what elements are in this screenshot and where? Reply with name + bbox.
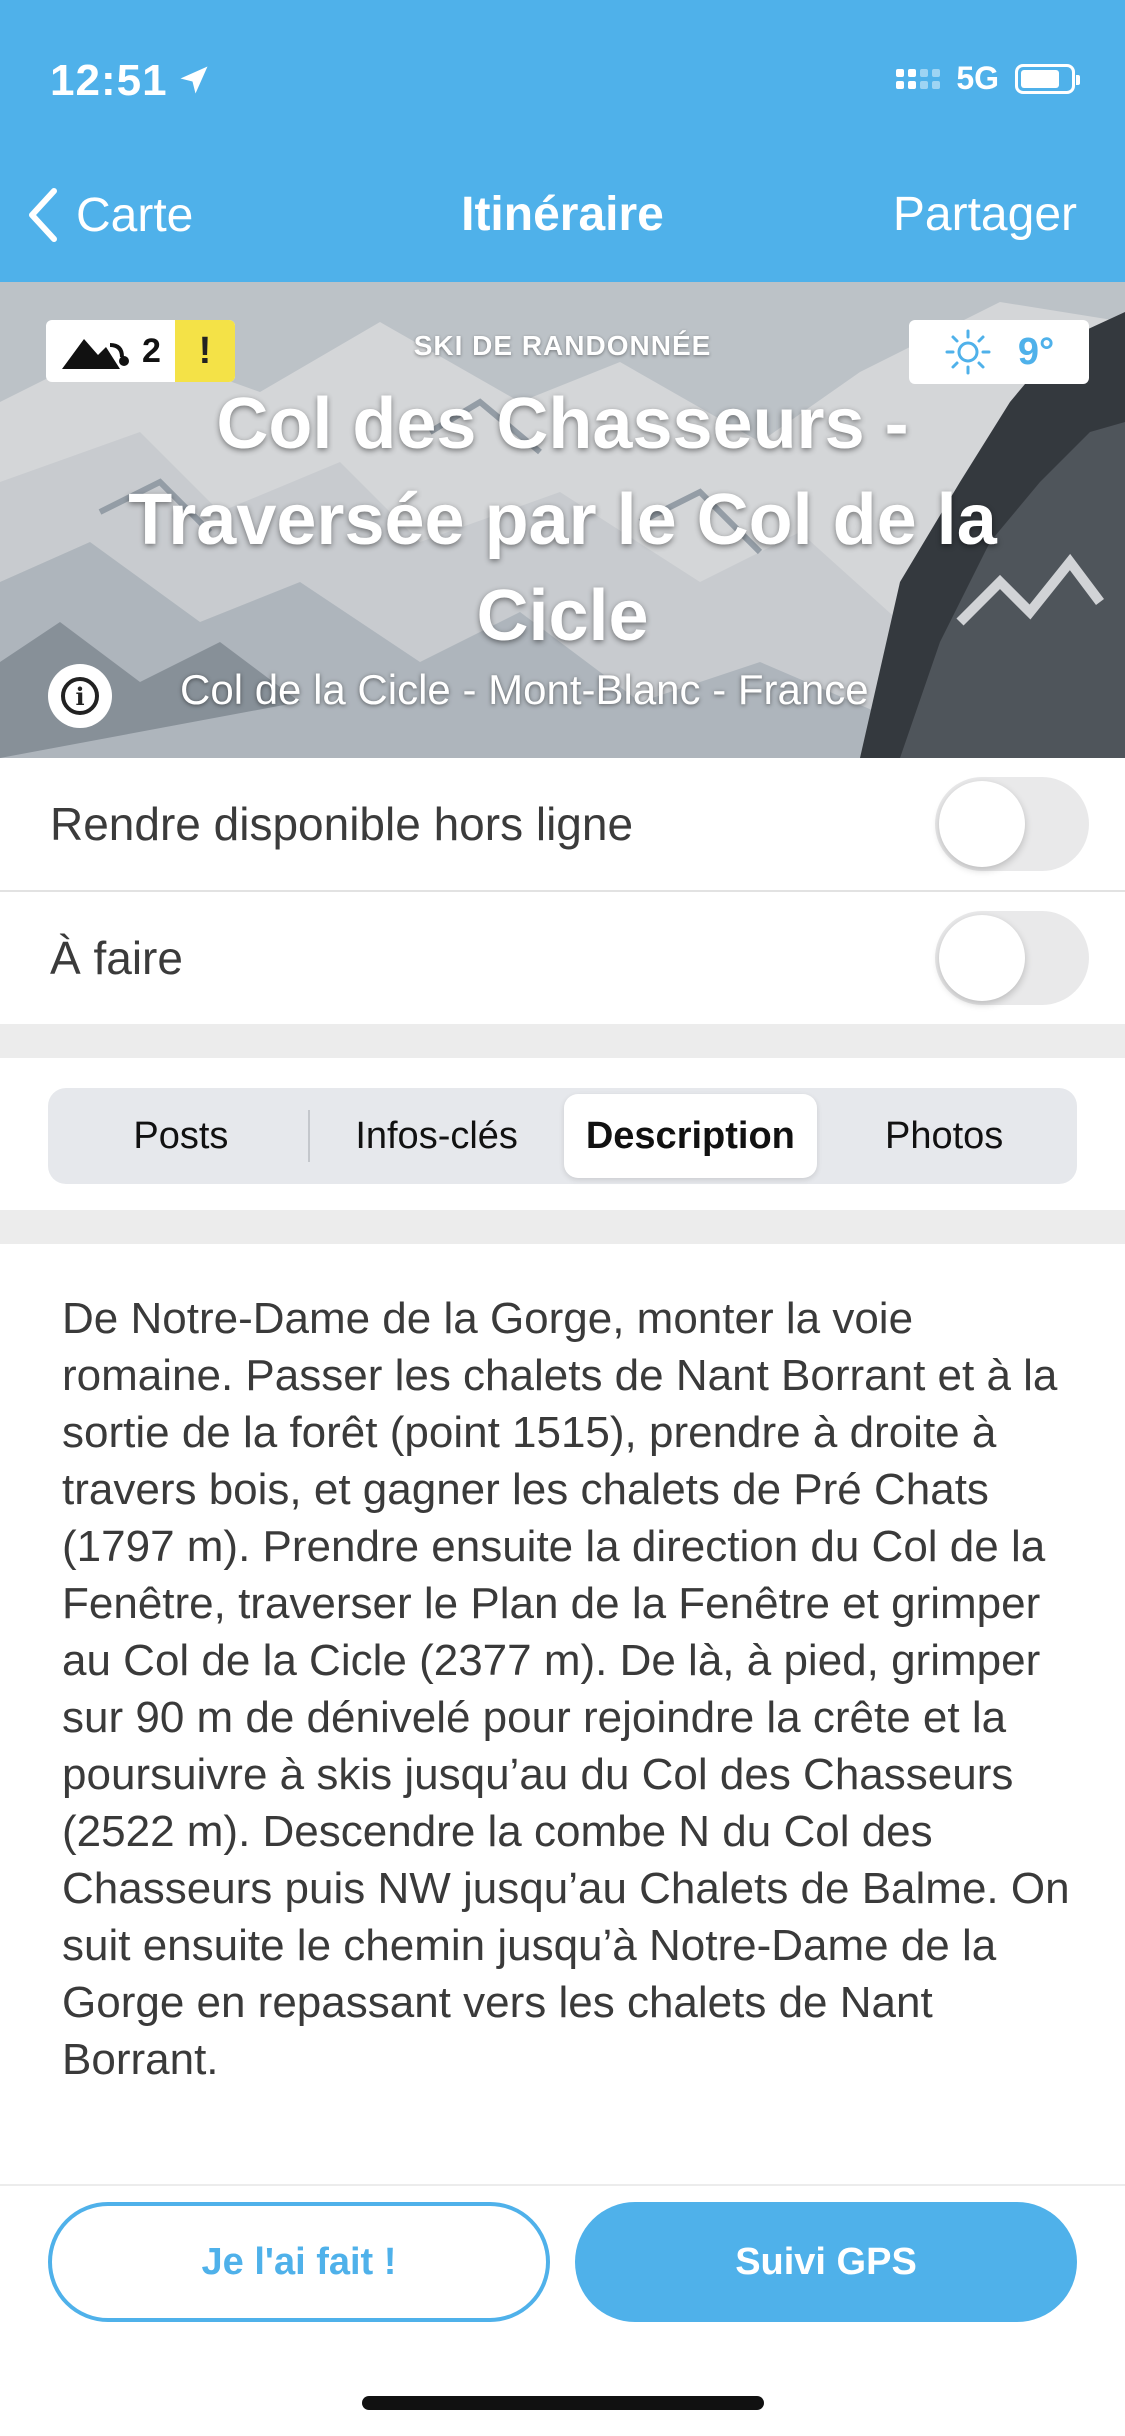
weather-badge[interactable]: 9° [909, 320, 1089, 384]
navigation-bar: Carte Itinéraire Partager [0, 175, 1125, 255]
tabs-section: Posts Infos-clés Description Photos [0, 1058, 1125, 1210]
todo-toggle[interactable] [935, 911, 1089, 1005]
location-arrow-icon [180, 66, 208, 94]
status-time: 12:51 [50, 56, 168, 105]
section-gap [0, 1024, 1125, 1058]
hero-banner: 2 ! SKI DE RANDONNÉE 9° Col des Chasseur… [0, 282, 1125, 758]
info-icon: i [61, 677, 99, 715]
top-bar: 12:51 5G Carte Itinéraire Partager [0, 0, 1125, 282]
tab-posts[interactable]: Posts [54, 1094, 308, 1178]
offline-toggle[interactable] [935, 777, 1089, 871]
sun-icon [945, 329, 991, 375]
share-button[interactable]: Partager [893, 175, 1077, 255]
offline-label: Rendre disponible hors ligne [50, 798, 634, 850]
todo-label: À faire [50, 932, 183, 984]
route-location: Col de la Cicle - Mont-Blanc - France [180, 666, 869, 713]
section-gap [0, 1210, 1125, 1244]
tab-infos-cles[interactable]: Infos-clés [310, 1094, 564, 1178]
tab-description[interactable]: Description [563, 1094, 818, 1178]
status-indicators: 5G [896, 60, 1080, 97]
todo-row: À faire [0, 892, 1125, 1024]
offline-row: Rendre disponible hors ligne [0, 758, 1125, 890]
route-title: Col des Chasseurs - Traversée par le Col… [128, 384, 997, 656]
home-indicator [362, 2396, 764, 2410]
signal-icon [896, 68, 941, 89]
temperature-value: 9° [1017, 330, 1055, 373]
network-label: 5G [956, 60, 999, 96]
route-description: De Notre-Dame de la Gorge, monter la voi… [62, 1294, 1070, 2084]
info-button[interactable]: i [48, 664, 112, 728]
done-button[interactable]: Je l'ai fait ! [48, 2202, 550, 2322]
tab-photos[interactable]: Photos [817, 1094, 1071, 1178]
battery-icon [1015, 63, 1080, 94]
tab-bar: Posts Infos-clés Description Photos [48, 1088, 1077, 1184]
gps-tracking-button[interactable]: Suivi GPS [575, 2202, 1077, 2322]
